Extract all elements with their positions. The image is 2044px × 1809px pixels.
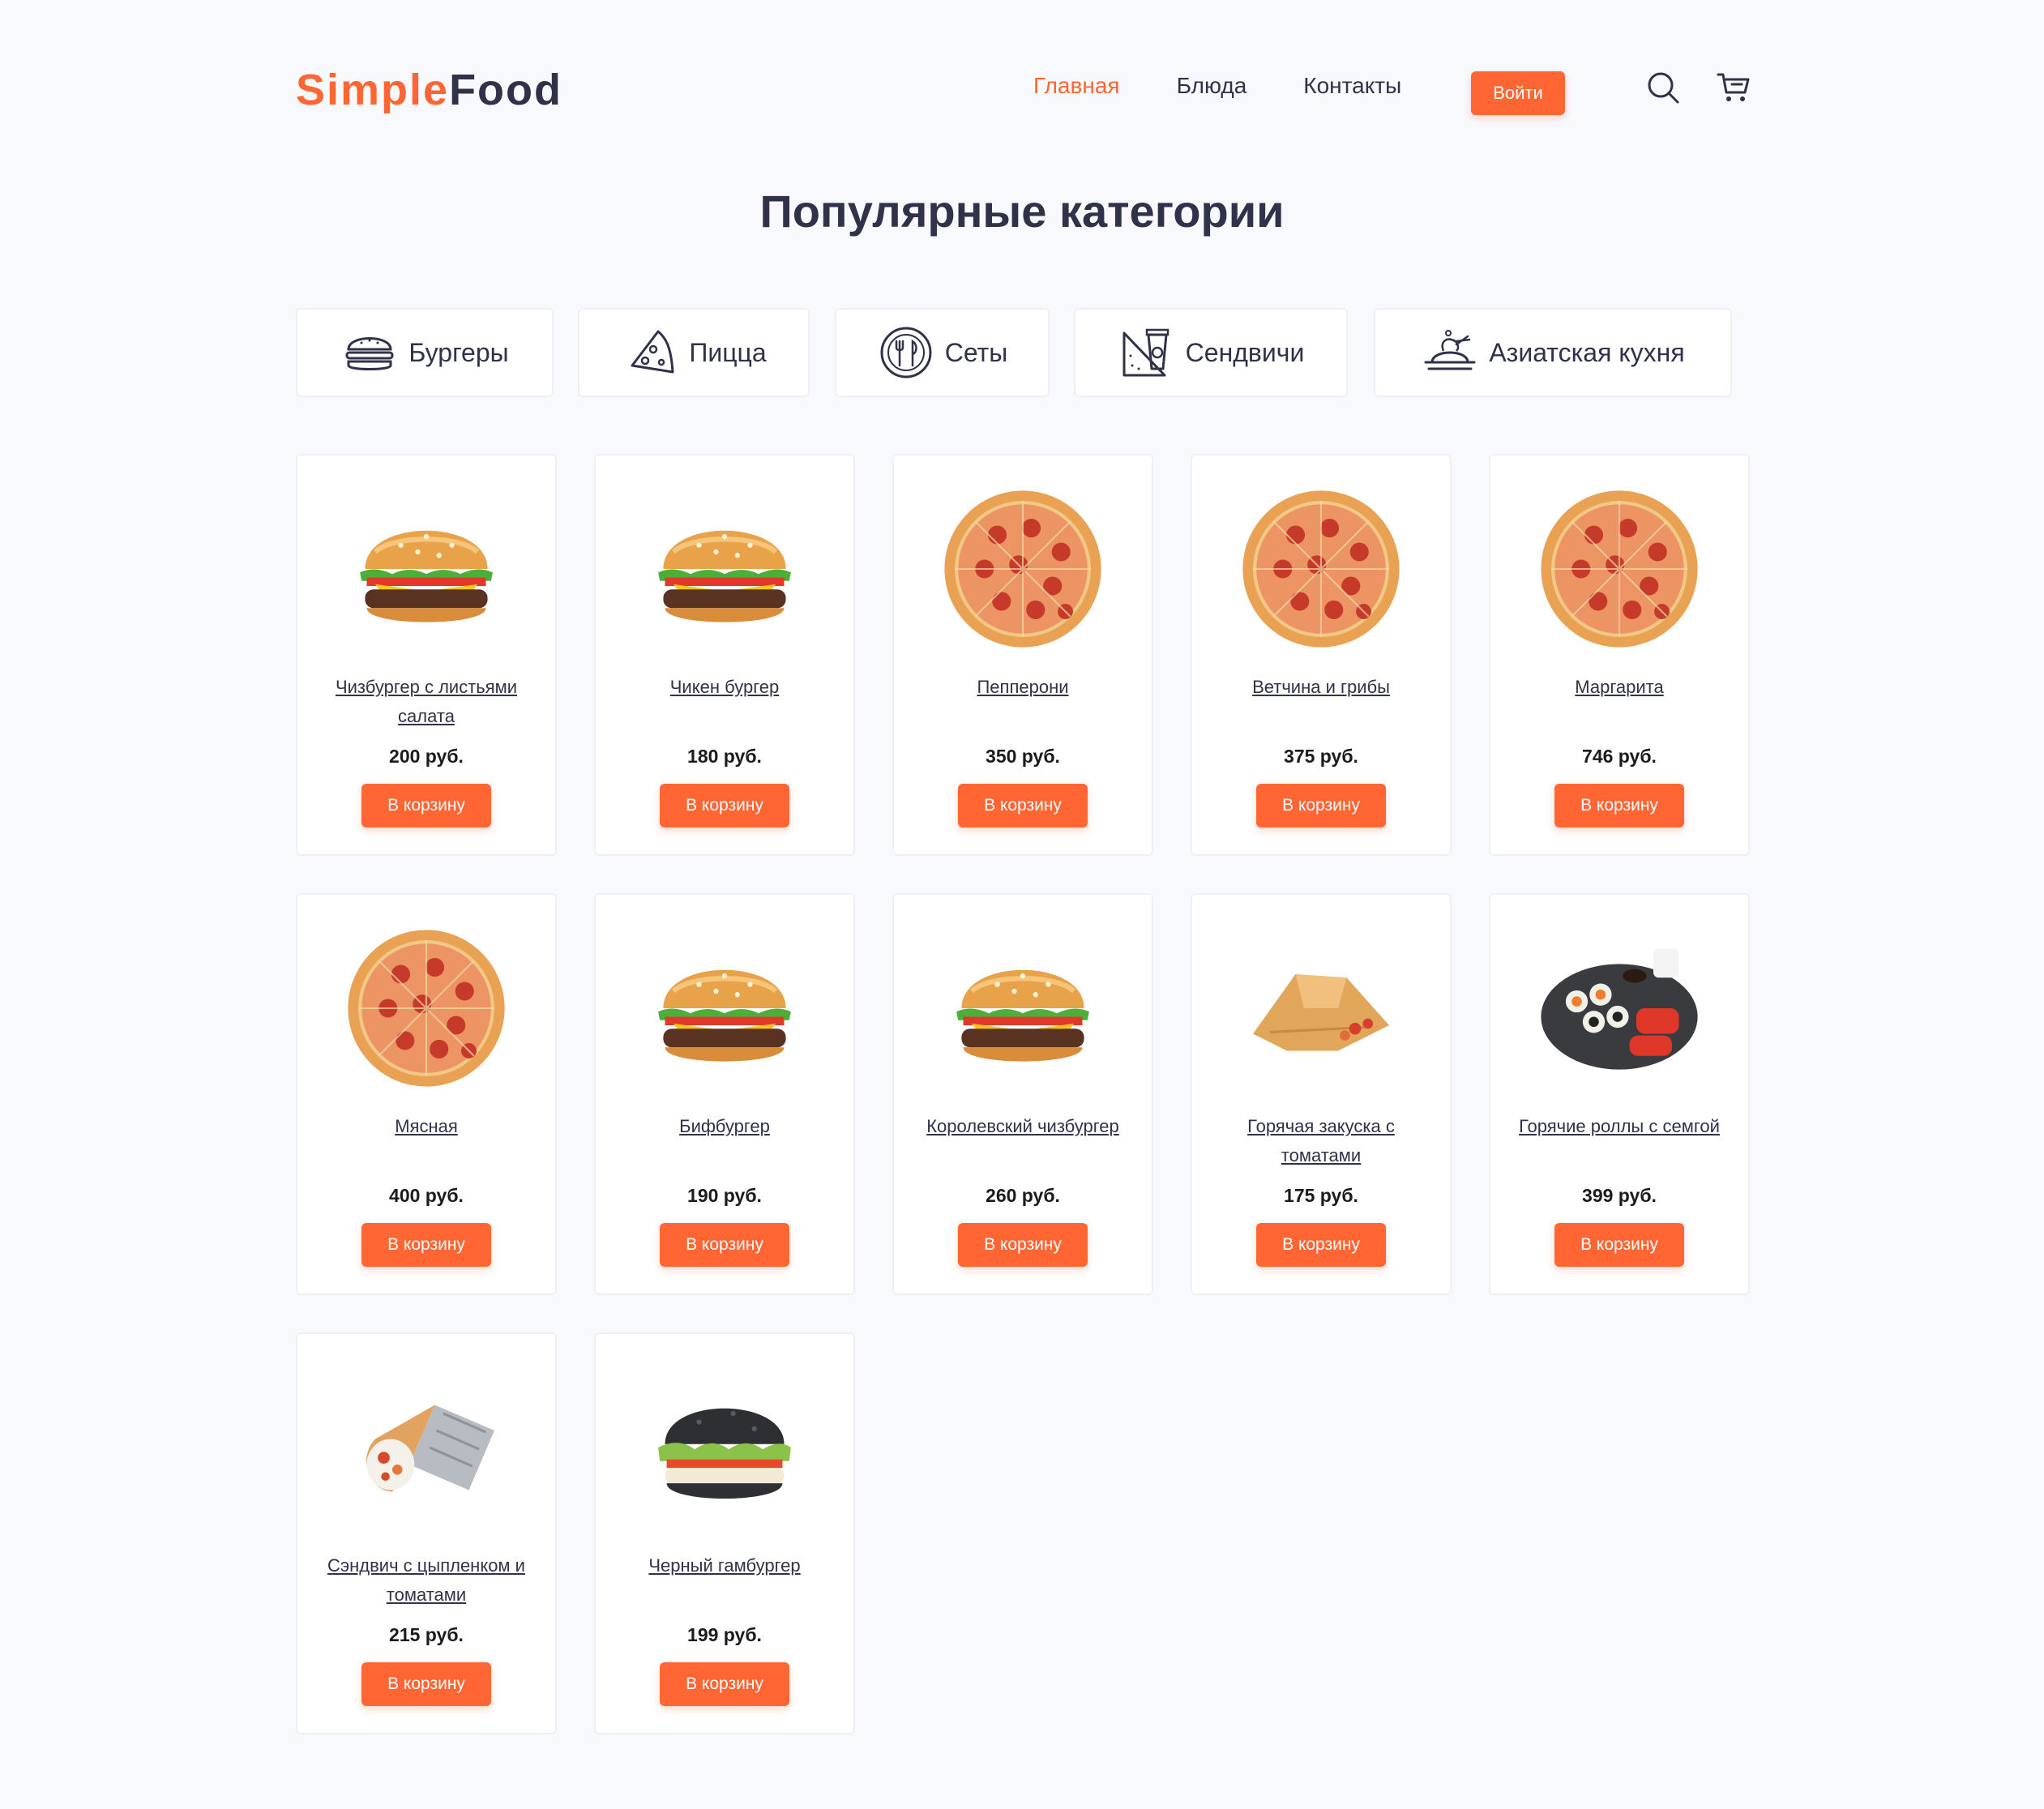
product-image[interactable] — [1192, 480, 1450, 658]
add-to-cart-button[interactable]: В корзину — [1554, 784, 1684, 828]
logo-food: Food — [449, 66, 563, 114]
product-price: 175 руб. — [1284, 1185, 1358, 1206]
nav-home[interactable]: Главная — [1033, 73, 1120, 99]
sushi-image — [1541, 948, 1698, 1070]
product-image[interactable] — [1490, 480, 1748, 658]
logo[interactable]: SimpleFood — [296, 65, 562, 115]
logo-simple: Simple — [296, 66, 450, 114]
header: SimpleFood Главная Блюда Контакты Войти — [296, 57, 1751, 122]
chicken-sandwich-image — [366, 1405, 494, 1492]
pizza-image — [1242, 490, 1400, 648]
hot-snack-image — [1253, 974, 1389, 1051]
product-image[interactable] — [596, 919, 853, 1097]
login-button[interactable]: Войти — [1471, 71, 1565, 115]
product-price: 199 руб. — [687, 1624, 762, 1645]
product-price: 180 руб. — [687, 746, 762, 767]
add-to-cart-button[interactable]: В корзину — [660, 1223, 789, 1267]
product-image[interactable] — [1192, 919, 1450, 1097]
product-card: Чизбургер с листьями салата 200 руб. В к… — [296, 454, 557, 856]
cart-icon[interactable] — [1716, 70, 1751, 105]
category-pizza[interactable]: Пицца — [578, 308, 810, 397]
category-label: Бургеры — [408, 337, 509, 367]
burger-image — [658, 969, 791, 1062]
product-card: Пепперони 350 руб. В корзину — [892, 454, 1153, 856]
product-card: Горячая закуска с томатами 175 руб. В ко… — [1191, 893, 1452, 1295]
burger-image — [658, 530, 791, 622]
product-card: Сэндвич с цыпленком и томатами 215 руб. … — [296, 1332, 557, 1734]
product-price: 190 руб. — [687, 1185, 762, 1206]
category-label: Сендвичи — [1185, 337, 1305, 367]
product-price: 260 руб. — [986, 1185, 1060, 1206]
product-name[interactable]: Горячая закуска с томатами — [1208, 1112, 1434, 1170]
add-to-cart-button[interactable]: В корзину — [660, 784, 789, 828]
nav-dishes[interactable]: Блюда — [1177, 73, 1247, 99]
product-name[interactable]: Чизбургер с листьями салата — [314, 673, 539, 731]
product-price: 400 руб. — [389, 1185, 464, 1206]
page-title: Популярные категории — [759, 186, 1285, 237]
product-name[interactable]: Мясная — [314, 1112, 539, 1141]
product-image[interactable] — [1490, 919, 1748, 1097]
add-to-cart-button[interactable]: В корзину — [660, 1662, 789, 1706]
product-card: Черный гамбургер 199 руб. В корзину — [594, 1332, 855, 1734]
add-to-cart-button[interactable]: В корзину — [361, 1223, 491, 1267]
product-image[interactable] — [894, 919, 1152, 1097]
pizza-image — [1541, 490, 1698, 648]
add-to-cart-button[interactable]: В корзину — [1256, 1223, 1386, 1267]
add-to-cart-button[interactable]: В корзину — [958, 1223, 1088, 1267]
add-to-cart-button[interactable]: В корзину — [1256, 784, 1386, 828]
pizza-image — [944, 490, 1101, 648]
category-label: Сеты — [944, 337, 1008, 367]
product-price: 399 руб. — [1582, 1185, 1657, 1206]
category-label: Азиатская кухня — [1489, 337, 1685, 367]
product-name[interactable]: Сэндвич с цыпленком и томатами — [314, 1551, 539, 1610]
add-to-cart-button[interactable]: В корзину — [361, 1662, 491, 1706]
product-card: Горячие роллы с семгой 399 руб. В корзин… — [1489, 893, 1750, 1295]
product-name[interactable]: Королевский чизбургер — [910, 1112, 1135, 1141]
product-card: Ветчина и грибы 375 руб. В корзину — [1191, 454, 1452, 856]
black-burger-image — [658, 1408, 791, 1499]
burger-icon — [345, 337, 394, 370]
category-asian[interactable]: Азиатская кухня — [1374, 308, 1732, 397]
product-image[interactable] — [297, 919, 555, 1097]
add-to-cart-button[interactable]: В корзину — [361, 784, 491, 828]
category-sets[interactable]: Сеты — [835, 308, 1050, 397]
product-price: 200 руб. — [389, 746, 464, 767]
product-name[interactable]: Горячие роллы с семгой — [1507, 1112, 1732, 1141]
main-nav: Главная Блюда Контакты — [1033, 73, 1458, 99]
product-image[interactable] — [894, 480, 1152, 658]
product-name[interactable]: Бифбургер — [612, 1112, 837, 1141]
sandwich-icon — [1122, 328, 1169, 377]
nav-contacts[interactable]: Контакты — [1303, 73, 1401, 99]
add-to-cart-button[interactable]: В корзину — [1554, 1223, 1684, 1267]
product-name[interactable]: Маргарита — [1507, 673, 1732, 702]
plate-cutlery-icon — [880, 327, 932, 378]
product-image[interactable] — [297, 480, 555, 658]
asian-food-icon — [1424, 330, 1476, 370]
product-card: Мясная 400 руб. В корзину — [296, 893, 557, 1295]
burger-image — [360, 530, 493, 622]
product-card: Чикен бургер 180 руб. В корзину — [594, 454, 855, 856]
category-sandwiches[interactable]: Сендвичи — [1074, 308, 1348, 397]
search-icon[interactable] — [1645, 70, 1681, 105]
category-label: Пицца — [689, 337, 767, 367]
pizza-image — [348, 930, 505, 1087]
product-name[interactable]: Ветчина и грибы — [1208, 673, 1434, 702]
product-image[interactable] — [297, 1358, 555, 1537]
product-price: 215 руб. — [389, 1624, 464, 1645]
pizza-slice-icon — [631, 330, 674, 374]
product-image[interactable] — [596, 1358, 853, 1537]
product-card: Маргарита 746 руб. В корзину — [1489, 454, 1750, 856]
product-price: 746 руб. — [1582, 746, 1657, 767]
product-card: Королевский чизбургер 260 руб. В корзину — [892, 893, 1153, 1295]
product-card: Бифбургер 190 руб. В корзину — [594, 893, 855, 1295]
product-name[interactable]: Черный гамбургер — [612, 1551, 837, 1580]
category-burgers[interactable]: Бургеры — [296, 308, 554, 397]
product-name[interactable]: Чикен бургер — [612, 673, 837, 702]
burger-image — [956, 969, 1089, 1062]
product-image[interactable] — [596, 480, 853, 658]
add-to-cart-button[interactable]: В корзину — [958, 784, 1088, 828]
product-price: 375 руб. — [1284, 746, 1358, 767]
product-name[interactable]: Пепперони — [910, 673, 1135, 702]
product-price: 350 руб. — [986, 746, 1060, 767]
